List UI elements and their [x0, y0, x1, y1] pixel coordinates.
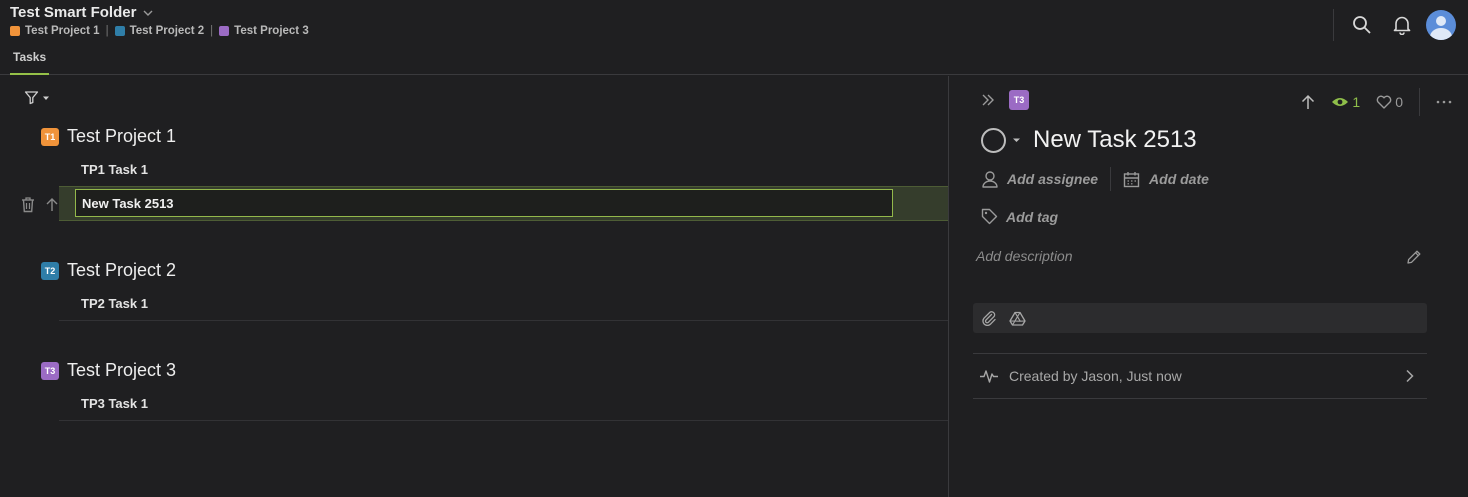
arrow-up-icon[interactable] — [46, 197, 58, 212]
task-name-input[interactable] — [75, 189, 893, 217]
project-name: Test Project 2 — [67, 260, 177, 280]
like-button[interactable]: 0 — [1376, 94, 1403, 110]
project-name: Test Project 3 — [67, 360, 177, 380]
caret-down-icon[interactable] — [1012, 136, 1021, 144]
activity-icon — [979, 368, 999, 384]
project-badge[interactable]: T3 — [1009, 90, 1029, 110]
divider — [1333, 9, 1334, 41]
activity-log-row[interactable]: Created by Jason, Just now — [973, 353, 1427, 399]
date-control[interactable]: Add date — [1123, 171, 1209, 188]
task-title-row: New Task 2513 — [981, 126, 1197, 154]
divider — [1110, 167, 1112, 191]
breadcrumb-separator: | — [105, 25, 109, 37]
task-title[interactable]: New Task 2513 — [1033, 126, 1197, 154]
pencil-icon[interactable] — [1406, 249, 1422, 265]
top-header: Test Smart Folder Test Project 1 | Test … — [0, 0, 1468, 75]
project-badge: T1 — [41, 127, 59, 146]
add-assignee-label: Add assignee — [1007, 171, 1099, 187]
search-icon — [1352, 15, 1372, 35]
tag-row[interactable]: Add tag — [981, 208, 1058, 225]
trash-icon[interactable] — [20, 196, 36, 213]
chevron-right-icon — [1405, 369, 1415, 383]
row-actions — [20, 196, 58, 213]
project-color-dot — [114, 26, 125, 36]
chevron-down-icon — [142, 7, 154, 19]
table-row[interactable]: TP2 Task 1 — [59, 286, 948, 321]
project-color-dot — [10, 26, 20, 36]
bell-icon — [1393, 15, 1411, 35]
project-badge: T2 — [41, 261, 59, 280]
project-header-1[interactable]: T1 Test Project 1 — [41, 126, 176, 147]
google-drive-icon[interactable] — [1009, 311, 1026, 326]
breadcrumb-label: Test Project 3 — [234, 25, 309, 37]
task-name: TP1 Task 1 — [81, 161, 148, 177]
table-row[interactable]: TP1 Task 1 — [59, 152, 948, 187]
folder-title: Test Smart Folder — [10, 4, 137, 21]
breadcrumb-project-2[interactable]: Test Project 2 — [114, 25, 205, 37]
eye-icon — [1331, 96, 1349, 108]
breadcrumb: Test Project 1 | Test Project 2 | Test P… — [10, 25, 309, 37]
task-detail-panel: T3 1 0 New Task 2513 Add assignee Add da… — [948, 76, 1468, 497]
project-name: Test Project 1 — [67, 126, 177, 146]
breadcrumb-label: Test Project 2 — [129, 25, 205, 37]
project-color-dot — [219, 26, 230, 36]
project-header-2[interactable]: T2 Test Project 2 — [41, 260, 176, 281]
breadcrumb-label: Test Project 1 — [25, 25, 100, 37]
notifications-button[interactable] — [1382, 5, 1422, 45]
status-toggle[interactable] — [981, 127, 1006, 153]
breadcrumb-project-1[interactable]: Test Project 1 — [10, 25, 100, 37]
filter-button[interactable] — [24, 90, 50, 105]
task-name: TP2 Task 1 — [81, 295, 148, 311]
detail-toolbar-right: 1 0 — [1301, 88, 1452, 116]
task-list-panel: T1 Test Project 1 TP1 Task 1 T2 Test Pro… — [0, 76, 948, 497]
avatar[interactable] — [1426, 10, 1456, 40]
caret-down-icon — [42, 94, 50, 102]
add-tag-label: Add tag — [1006, 208, 1059, 225]
collapse-panel-icon[interactable] — [981, 93, 995, 107]
breadcrumb-separator: | — [210, 25, 214, 37]
filter-icon — [24, 90, 39, 105]
divider — [1419, 88, 1420, 116]
search-button[interactable] — [1342, 5, 1382, 45]
calendar-icon — [1123, 171, 1140, 188]
avatar-body — [1430, 28, 1452, 40]
arrow-up-icon[interactable] — [1301, 94, 1315, 110]
task-name: TP3 Task 1 — [81, 395, 148, 411]
add-date-label: Add date — [1149, 171, 1209, 187]
detail-toolbar-left: T3 — [981, 90, 1029, 110]
likes-count: 0 — [1395, 94, 1403, 110]
breadcrumb-project-3[interactable]: Test Project 3 — [219, 25, 309, 37]
assignee-control[interactable]: Add assignee — [981, 170, 1098, 188]
folder-title-dropdown[interactable]: Test Smart Folder — [10, 4, 154, 21]
header-actions — [1333, 0, 1468, 50]
tab-tasks[interactable]: Tasks — [10, 50, 50, 75]
more-options-icon[interactable] — [1436, 100, 1452, 104]
tag-icon — [981, 208, 998, 225]
watchers-button[interactable]: 1 — [1331, 94, 1360, 110]
description-field[interactable]: Add description — [976, 248, 1073, 264]
heart-icon — [1376, 95, 1392, 109]
project-header-3[interactable]: T3 Test Project 3 — [41, 360, 176, 381]
paperclip-icon[interactable] — [981, 310, 997, 326]
activity-text: Created by Jason, Just now — [1009, 368, 1182, 384]
attachments-bar — [973, 303, 1427, 333]
avatar-head — [1436, 16, 1446, 26]
assignee-date-row: Add assignee Add date — [981, 167, 1209, 191]
project-badge: T3 — [41, 361, 59, 380]
user-icon — [981, 170, 999, 188]
table-row[interactable]: TP3 Task 1 — [59, 386, 948, 421]
watchers-count: 1 — [1352, 94, 1361, 110]
